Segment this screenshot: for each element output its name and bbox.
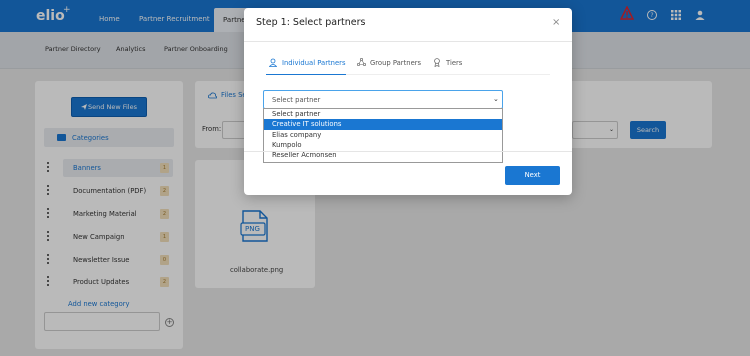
close-icon[interactable]: × bbox=[552, 17, 560, 28]
partner-option[interactable]: Kumpolo bbox=[264, 140, 502, 150]
partner-select[interactable]: Select partner ⌄ bbox=[263, 90, 503, 109]
tab-group-partners[interactable]: Group Partners bbox=[357, 58, 421, 67]
tab-individual-partners[interactable]: Individual Partners bbox=[269, 58, 346, 67]
modal-title: Step 1: Select partners bbox=[256, 17, 366, 28]
user-outline-icon bbox=[269, 58, 277, 67]
partner-select-value: Select partner bbox=[272, 96, 321, 104]
group-icon bbox=[357, 58, 366, 66]
partner-option[interactable]: Creative IT solutions bbox=[264, 119, 502, 130]
award-icon bbox=[434, 58, 440, 67]
partner-option[interactable]: Elias company bbox=[264, 130, 502, 140]
tab-tiers[interactable]: Tiers bbox=[434, 58, 462, 67]
next-button[interactable]: Next bbox=[505, 166, 560, 185]
select-partners-modal: Step 1: Select partners × Individual Par… bbox=[244, 8, 572, 195]
partner-dropdown-list: Select partner Creative IT solutions Eli… bbox=[263, 108, 503, 163]
chevron-down-icon: ⌄ bbox=[493, 95, 499, 103]
partner-option[interactable]: Select partner bbox=[264, 109, 502, 119]
active-tab-indicator bbox=[266, 74, 346, 75]
